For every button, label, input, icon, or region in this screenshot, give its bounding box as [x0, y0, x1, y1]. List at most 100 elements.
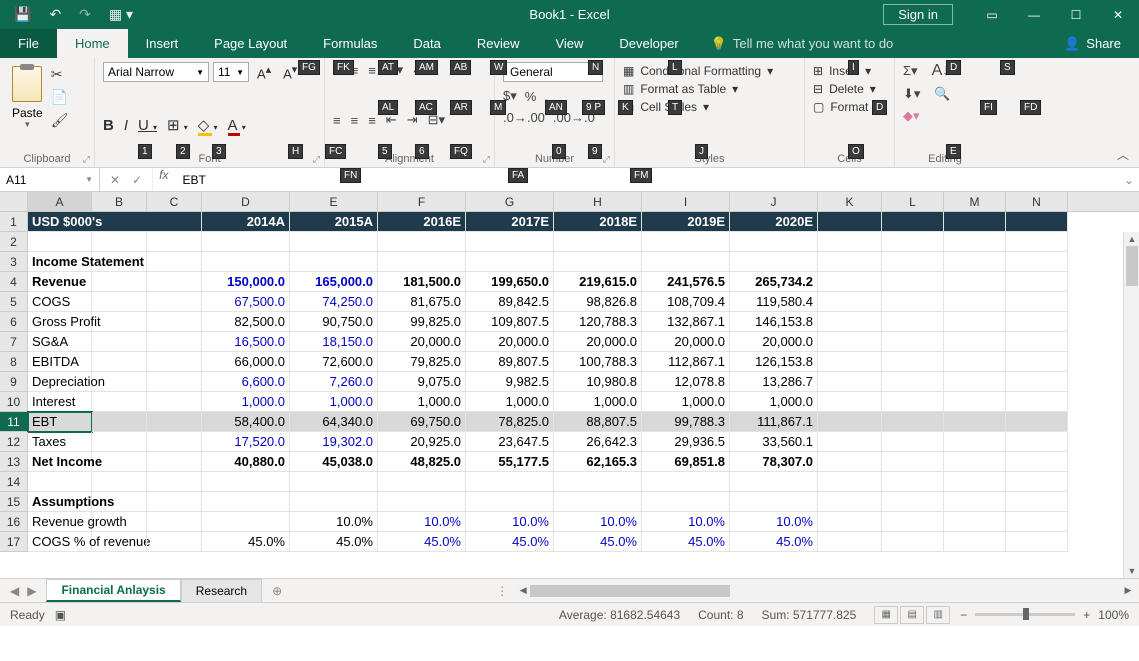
cell[interactable]: SG&A [28, 332, 92, 352]
cell[interactable]: 111,867.1 [730, 412, 818, 432]
select-all-corner[interactable] [0, 192, 28, 211]
cell[interactable]: 2018E [554, 212, 642, 232]
cell[interactable] [882, 392, 944, 412]
cell[interactable]: 26,642.3 [554, 432, 642, 452]
cell[interactable]: 7,260.0 [290, 372, 378, 392]
cell[interactable] [92, 232, 147, 252]
cell[interactable] [1006, 512, 1068, 532]
col-header[interactable]: L [882, 192, 944, 211]
cell[interactable]: EBITDA [28, 352, 92, 372]
cell[interactable]: 20,925.0 [378, 432, 466, 452]
cell[interactable]: 108,709.4 [642, 292, 730, 312]
col-header[interactable]: A [28, 192, 92, 211]
macro-record-icon[interactable]: ▣ [55, 608, 66, 622]
cell[interactable] [944, 372, 1006, 392]
cell[interactable]: 23,647.5 [466, 432, 554, 452]
row-header[interactable]: 16 [0, 512, 28, 532]
cell[interactable] [1006, 492, 1068, 512]
tab-file[interactable]: File [0, 29, 57, 58]
row-header[interactable]: 14 [0, 472, 28, 492]
cell[interactable] [1006, 352, 1068, 372]
save-icon[interactable]: 💾 [14, 6, 31, 23]
cell[interactable]: 9,982.5 [466, 372, 554, 392]
scroll-right-icon[interactable]: ▶ [1121, 585, 1135, 596]
cell[interactable] [554, 252, 642, 272]
row-header[interactable]: 15 [0, 492, 28, 512]
cell[interactable] [147, 372, 202, 392]
sheet-nav-prev-icon[interactable]: ◀ [10, 584, 19, 598]
cell[interactable]: Depreciation [28, 372, 92, 392]
cell[interactable] [466, 472, 554, 492]
cell[interactable] [944, 492, 1006, 512]
cell[interactable] [944, 432, 1006, 452]
tab-review[interactable]: Review [459, 29, 538, 58]
cell[interactable]: 10.0% [730, 512, 818, 532]
cell[interactable] [818, 212, 882, 232]
conditional-formatting-button[interactable]: ▦Conditional Formatting ▾ [623, 62, 796, 80]
cell[interactable]: 9,075.0 [378, 372, 466, 392]
cell[interactable] [882, 412, 944, 432]
cell[interactable]: 69,750.0 [378, 412, 466, 432]
cell[interactable]: 12,078.8 [642, 372, 730, 392]
cell[interactable] [1006, 272, 1068, 292]
cell[interactable] [147, 432, 202, 452]
cell[interactable] [1006, 292, 1068, 312]
view-normal-icon[interactable]: ▦ [874, 606, 898, 624]
cell[interactable] [882, 312, 944, 332]
row-header[interactable]: 4 [0, 272, 28, 292]
cell[interactable]: 64,340.0 [290, 412, 378, 432]
cell[interactable] [147, 292, 202, 312]
cell[interactable]: 2014A [202, 212, 290, 232]
cell[interactable] [554, 472, 642, 492]
cell[interactable] [147, 252, 202, 272]
cell[interactable]: 1,000.0 [554, 392, 642, 412]
cell[interactable] [882, 512, 944, 532]
cell[interactable]: 120,788.3 [554, 312, 642, 332]
cell[interactable] [944, 252, 1006, 272]
cell[interactable] [642, 472, 730, 492]
font-size-select[interactable]: 11▼ [213, 62, 249, 82]
cell[interactable]: Assumptions [28, 492, 92, 512]
cell[interactable] [554, 232, 642, 252]
cell[interactable] [818, 412, 882, 432]
undo-icon[interactable]: ↶ [49, 6, 61, 23]
cell[interactable]: 1,000.0 [730, 392, 818, 412]
cell[interactable] [944, 272, 1006, 292]
cell[interactable]: 72,600.0 [290, 352, 378, 372]
vertical-scrollbar[interactable]: ▲ ▼ [1123, 232, 1139, 578]
font-color-icon[interactable]: A ▾ [228, 117, 246, 134]
align-center-icon[interactable]: ≡ [351, 113, 359, 128]
tab-page-layout[interactable]: Page Layout [196, 29, 305, 58]
sheet-tab-research[interactable]: Research [181, 579, 262, 602]
cell[interactable] [92, 492, 147, 512]
cell[interactable]: 112,867.1 [642, 352, 730, 372]
italic-button[interactable]: I [124, 117, 128, 134]
cell[interactable] [378, 492, 466, 512]
scroll-left-icon[interactable]: ◀ [516, 585, 530, 596]
col-header[interactable]: K [818, 192, 882, 211]
cell[interactable] [466, 252, 554, 272]
cell[interactable]: 55,177.5 [466, 452, 554, 472]
cell[interactable]: 10.0% [378, 512, 466, 532]
hscroll-thumb[interactable] [530, 585, 730, 597]
cell[interactable]: 74,250.0 [290, 292, 378, 312]
cell[interactable]: 82,500.0 [202, 312, 290, 332]
cell[interactable]: 89,807.5 [466, 352, 554, 372]
font-expand-icon[interactable]: ⤢ [313, 154, 320, 165]
add-sheet-button[interactable]: ⊕ [262, 579, 292, 602]
cell[interactable]: 40,880.0 [202, 452, 290, 472]
cell[interactable]: 45.0% [202, 532, 290, 552]
cell[interactable] [92, 412, 147, 432]
cell[interactable] [730, 492, 818, 512]
cell[interactable] [818, 292, 882, 312]
cell[interactable]: Income Statement [28, 252, 92, 272]
tab-formulas[interactable]: Formulas [305, 29, 395, 58]
cell[interactable] [1006, 532, 1068, 552]
cell[interactable]: 10.0% [642, 512, 730, 532]
cell[interactable] [290, 232, 378, 252]
tab-insert[interactable]: Insert [128, 29, 197, 58]
cell[interactable] [818, 492, 882, 512]
cell[interactable]: Gross Profit [28, 312, 92, 332]
fill-color-icon[interactable]: ◇ ▾ [198, 116, 218, 134]
cell[interactable] [882, 332, 944, 352]
